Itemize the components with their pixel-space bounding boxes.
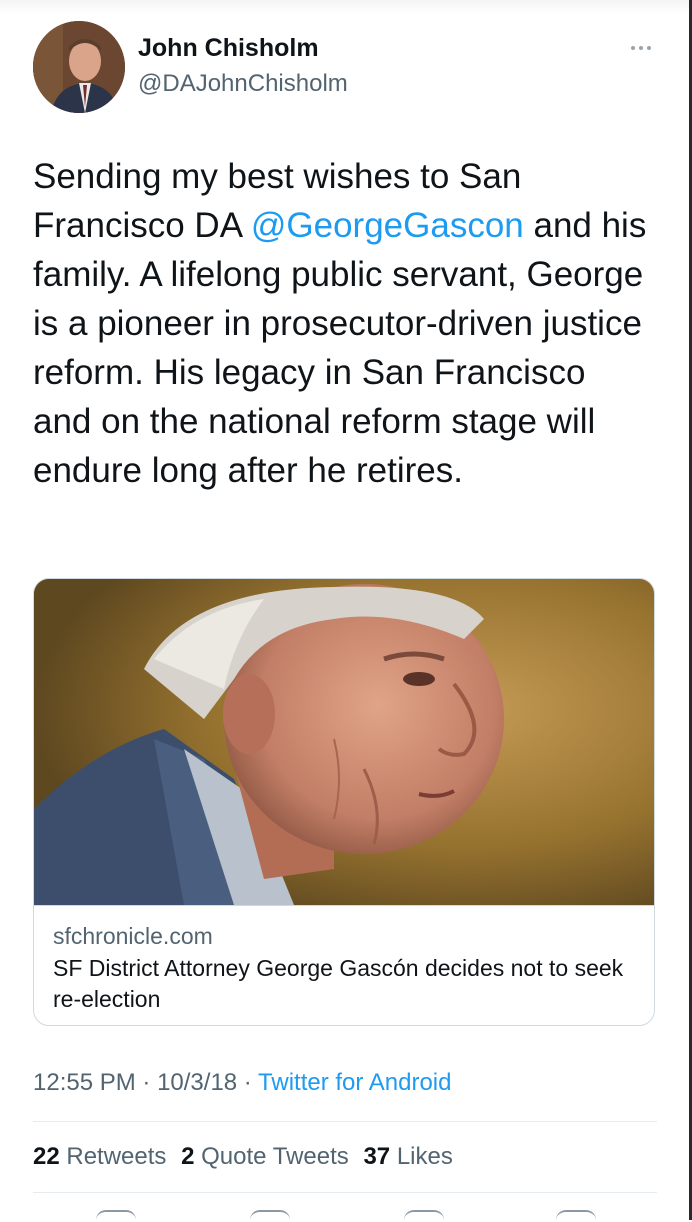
card-photo [34,579,654,905]
quote-tweets-count: 2 [181,1143,195,1170]
meta-separator: · [237,1069,259,1096]
meta-separator: · [135,1069,158,1096]
author-name[interactable]: John Chisholm [138,34,319,63]
likes-stat[interactable]: 37 Likes [363,1143,452,1170]
avatar-portrait [33,21,125,113]
author-handle[interactable]: @DAJohnChisholm [138,70,348,98]
likes-label: Likes [396,1143,453,1170]
quote-tweets-label: Quote Tweets [201,1143,349,1170]
more-dot [631,46,635,50]
tweet-text: Sending my best wishes to San Francisco … [33,152,653,495]
share-icon[interactable] [556,1210,596,1222]
retweet-icon[interactable] [250,1210,290,1222]
card-domain: sfchronicle.com [53,923,213,949]
tweet-stats: 22 Retweets 2 Quote Tweets 37 Likes [33,1143,461,1171]
tweet-source-link[interactable]: Twitter for Android [258,1069,451,1096]
tweet-detail-page: John Chisholm @DAJohnChisholm Sending my… [0,0,692,1220]
top-strip [0,0,692,14]
divider [33,1121,657,1122]
divider [33,1192,657,1193]
like-icon[interactable] [404,1210,444,1222]
quote-tweets-stat[interactable]: 2 Quote Tweets [181,1143,349,1170]
more-horizontal-icon[interactable] [624,38,658,58]
mention-link[interactable]: @GeorgeGascon [251,206,524,245]
more-dot [647,46,651,50]
avatar[interactable] [33,21,125,113]
retweets-label: Retweets [66,1143,167,1170]
card-title: SF District Attorney George Gascón decid… [53,955,624,1012]
link-card[interactable]: sfchronicle.com SF District Attorney Geo… [33,578,655,1026]
card-divider [34,905,654,906]
likes-count: 37 [363,1143,391,1170]
tweet-date[interactable]: 10/3/18 [157,1069,237,1096]
retweets-stat[interactable]: 22 Retweets [33,1143,166,1170]
retweets-count: 22 [33,1143,60,1170]
card-image [34,579,654,905]
tweet-time[interactable]: 12:55 PM [33,1069,136,1096]
reply-icon[interactable] [96,1210,136,1222]
more-dot [639,46,643,50]
tweet-meta: 12:55 PM · 10/3/18 · Twitter for Android [33,1069,451,1097]
tweet-text-part: and his family. A lifelong public servan… [33,206,647,490]
